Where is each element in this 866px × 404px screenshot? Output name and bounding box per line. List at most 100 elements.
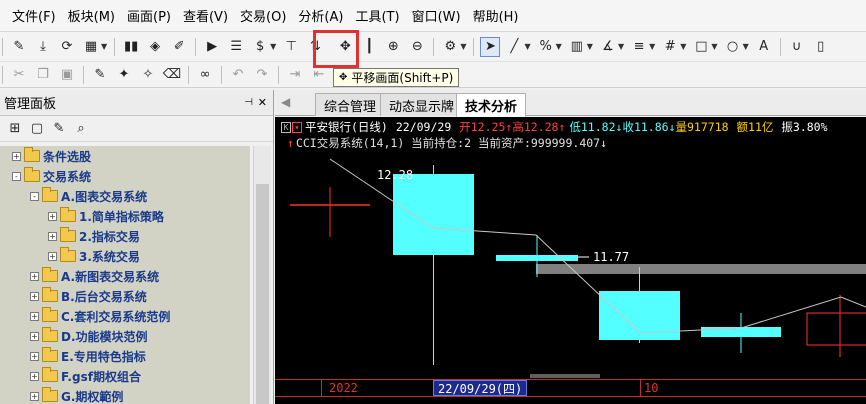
tree-scrollbar[interactable] — [253, 146, 271, 404]
line-tool-icon[interactable]: ╱ — [504, 37, 524, 57]
close-icon[interactable]: ✕ — [258, 96, 267, 109]
chevron-down-icon[interactable]: ▼ — [270, 42, 276, 51]
alert-icon[interactable]: ◈ — [145, 37, 165, 57]
tree-item[interactable]: - 交易系统 — [12, 166, 91, 186]
chevron-down-icon[interactable]: ▼ — [524, 42, 530, 51]
menu-item-3[interactable]: 查看(V) — [177, 6, 234, 25]
new-icon[interactable]: ⊞ — [6, 119, 24, 139]
kline-icon[interactable]: K — [281, 121, 291, 133]
chevron-down-icon[interactable]: ▼ — [101, 42, 107, 51]
tree-item[interactable]: + G.期权範例 — [30, 386, 123, 404]
tree-item[interactable]: + D.功能模块范例 — [30, 326, 148, 346]
menu-item-8[interactable]: 帮助(H) — [467, 6, 525, 25]
menu-item-4[interactable]: 交易(O) — [234, 6, 292, 25]
paste-icon[interactable]: ▣ — [57, 65, 77, 85]
tree-item[interactable]: +3.系统交易 — [48, 246, 140, 266]
tree-item[interactable]: + E.专用特色指标 — [30, 346, 146, 366]
indent-icon[interactable]: ⇥ — [285, 65, 305, 85]
new-folder-icon[interactable]: ▢ — [28, 119, 46, 139]
tab-technical-analysis[interactable]: 技术分析 — [456, 93, 527, 117]
redo-icon[interactable]: ↷ — [252, 65, 272, 85]
edit-icon[interactable]: ✎ — [50, 119, 68, 139]
tree-item[interactable]: + C.套利交易系统范例 — [30, 306, 170, 326]
chevron-down-icon[interactable]: ▼ — [680, 42, 686, 51]
search-icon[interactable]: ⌕ — [72, 119, 90, 139]
outdent-icon[interactable]: ⇤ — [309, 65, 329, 85]
move-arrows-icon[interactable]: ✥ — [335, 37, 355, 57]
tree-expander-icon[interactable]: + — [30, 371, 39, 381]
menu-item-0[interactable]: 文件(F) — [6, 6, 62, 25]
tree-item[interactable]: + A.新图表交易系统 — [30, 266, 159, 286]
tab-dynamic-board[interactable]: 动态显示牌 — [380, 93, 464, 116]
dropdown-icon[interactable]: ▾ — [292, 121, 302, 133]
tree-item[interactable]: + 条件选股 — [12, 146, 91, 166]
download-icon[interactable]: ⤓ — [33, 37, 53, 57]
gear-icon[interactable]: ⚙ — [440, 37, 460, 57]
cut-icon[interactable]: ✂ — [9, 65, 29, 85]
tree-expander-icon[interactable]: + — [30, 271, 39, 281]
scrollbar-thumb[interactable] — [256, 184, 269, 404]
brush-icon[interactable]: ✎ — [90, 65, 110, 85]
tree-item[interactable]: + F.gsf期权组合 — [30, 366, 141, 386]
chevron-down-icon[interactable]: ▼ — [460, 42, 466, 51]
tree-item[interactable]: +2.指标交易 — [48, 226, 140, 246]
circle-tool-icon[interactable]: ○ — [723, 37, 743, 57]
rectangle-tool-icon[interactable]: □ — [691, 37, 711, 57]
hash-tool-icon[interactable]: # — [660, 37, 680, 57]
binoculars-icon[interactable]: ∞ — [195, 65, 215, 85]
refresh-icon[interactable]: ⟳ — [57, 37, 77, 57]
chevron-down-icon[interactable]: ▼ — [618, 42, 624, 51]
chevron-down-icon[interactable]: ▼ — [711, 42, 717, 51]
candles-icon[interactable]: ▮▮ — [121, 37, 141, 57]
tree-expander-icon[interactable]: - — [12, 171, 21, 181]
zoom-out-icon[interactable]: ⊖ — [407, 37, 427, 57]
tree-expander-icon[interactable]: + — [12, 151, 21, 161]
tree-item[interactable]: + B.后台交易系统 — [30, 286, 147, 306]
menu-item-6[interactable]: 工具(T) — [349, 6, 405, 25]
eraser-icon[interactable]: ⌫ — [162, 65, 182, 85]
wand-alt-icon[interactable]: ✧ — [138, 65, 158, 85]
magnet-icon[interactable]: ∪ — [787, 37, 807, 57]
chevron-down-icon[interactable]: ▼ — [649, 42, 655, 51]
tree-expander-icon[interactable]: + — [30, 291, 39, 301]
tab-comprehensive[interactable]: 综合管理 — [315, 93, 386, 116]
document-icon[interactable]: ☰ — [226, 37, 246, 57]
chevron-down-icon[interactable]: ▼ — [743, 42, 749, 51]
zoom-in-icon[interactable]: ⊕ — [383, 37, 403, 57]
percent-icon[interactable]: % — [536, 37, 556, 57]
tree-expander-icon[interactable]: - — [30, 191, 39, 201]
pencil-icon[interactable]: ✎ — [9, 37, 29, 57]
tree-expander-icon[interactable]: + — [48, 251, 57, 261]
chevron-down-icon[interactable]: ▼ — [556, 42, 562, 51]
tree-expander-icon[interactable]: + — [30, 311, 39, 321]
menu-item-1[interactable]: 板块(M) — [62, 6, 121, 25]
menu-item-5[interactable]: 分析(A) — [292, 6, 349, 25]
tree-expander-icon[interactable]: + — [30, 331, 39, 341]
dollar-icon[interactable]: $ — [250, 37, 270, 57]
price-chart[interactable]: 12.28 11.77 K ▾ 平安银行(日线) 22/09/29 开 12.25 ↑ … — [275, 117, 866, 404]
wand-icon[interactable]: ✦ — [114, 65, 134, 85]
tab-scroll-left-icon[interactable]: ◀ — [281, 95, 290, 109]
filter-icon[interactable]: ⊤ — [281, 37, 301, 57]
tree-expander-icon[interactable]: + — [30, 391, 39, 401]
lock-icon[interactable]: ▯ — [811, 37, 831, 57]
cursor-icon[interactable]: ➤ — [480, 36, 501, 57]
edit-icon[interactable]: ✐ — [169, 37, 189, 57]
angle-tool-icon[interactable]: ∡ — [598, 37, 618, 57]
grid-icon[interactable]: ▦ — [81, 37, 101, 57]
tree-expander-icon[interactable]: + — [48, 231, 57, 241]
bars-tool-icon[interactable]: ▥ — [567, 37, 587, 57]
pin-icon[interactable]: ⊣ — [244, 97, 253, 108]
menu-item-7[interactable]: 窗口(W) — [406, 6, 467, 25]
undo-icon[interactable]: ↶ — [228, 65, 248, 85]
tree-item[interactable]: +1.简单指标策略 — [48, 206, 164, 226]
tree-expander-icon[interactable]: + — [30, 351, 39, 361]
text-tool-icon[interactable]: A — [754, 37, 774, 57]
sort-icon[interactable]: ⇅ — [305, 37, 325, 57]
copy-icon[interactable]: ❐ — [33, 65, 53, 85]
tree-expander-icon[interactable]: + — [48, 211, 57, 221]
chevron-down-icon[interactable]: ▼ — [587, 42, 593, 51]
tree-item[interactable]: - A.图表交易系统 — [30, 186, 147, 206]
list-tool-icon[interactable]: ≡ — [629, 37, 649, 57]
play-icon[interactable]: ▶ — [202, 37, 222, 57]
